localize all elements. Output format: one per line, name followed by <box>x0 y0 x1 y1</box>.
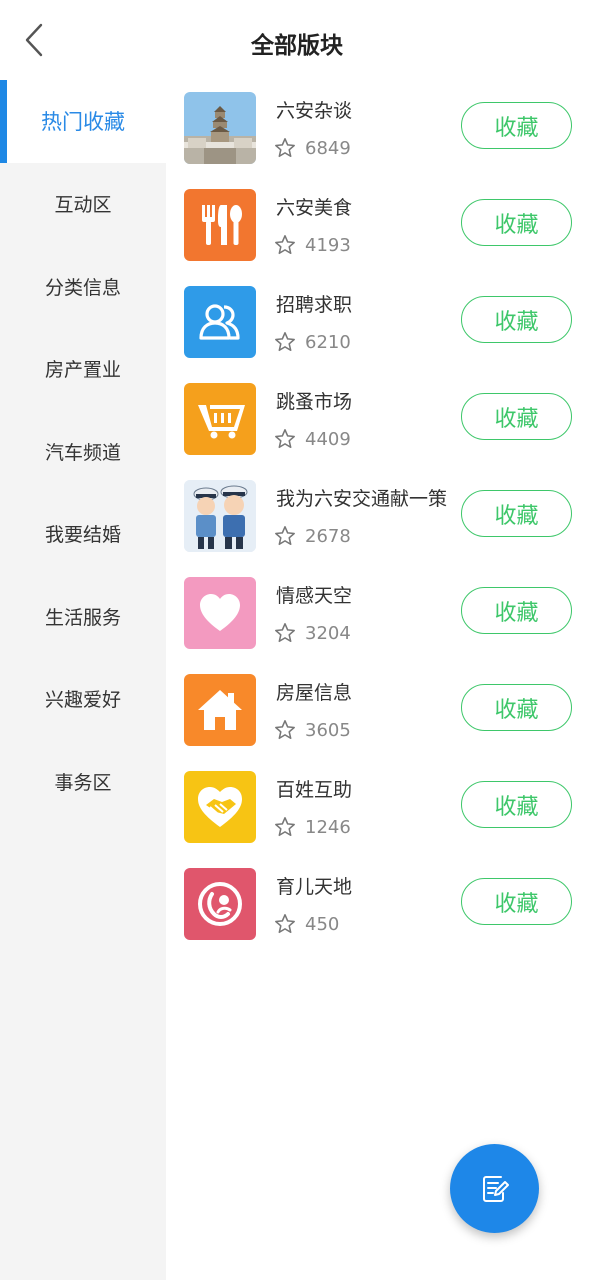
shopping-cart-icon <box>184 383 256 455</box>
favorite-count: 3605 <box>274 719 351 741</box>
list-item[interactable]: 六安杂谈 6849 收藏 <box>166 80 594 177</box>
favorite-count-value: 450 <box>305 913 340 935</box>
favorite-count: 4409 <box>274 428 351 450</box>
header: 全部版块 <box>0 0 594 80</box>
forum-name: 百姓互助 <box>276 779 353 801</box>
favorite-count-value: 4409 <box>305 428 351 450</box>
favorite-button[interactable]: 收藏 <box>461 199 572 246</box>
favorite-button[interactable]: 收藏 <box>461 490 572 537</box>
favorite-count: 6210 <box>274 331 351 353</box>
favorite-count-value: 3605 <box>305 719 351 741</box>
sidebar-item-hot-favorites[interactable]: 热门收藏 <box>0 80 166 163</box>
star-outline-icon <box>275 235 295 255</box>
favorite-count: 4193 <box>274 234 351 256</box>
list-item[interactable]: 房屋信息 3605 收藏 <box>166 662 594 759</box>
star-outline-icon <box>275 332 295 352</box>
list-item[interactable]: 我为六安交通献一策 2678 收藏 <box>166 468 594 565</box>
sidebar-item-life-services[interactable]: 生活服务 <box>0 575 166 658</box>
fork-knife-spoon-icon <box>184 189 256 261</box>
police-cartoon <box>184 480 256 552</box>
edit-note-icon <box>482 1175 509 1202</box>
star-outline-icon <box>275 429 295 449</box>
sidebar-item-label: 热门收藏 <box>41 110 125 135</box>
people-icon <box>184 286 256 358</box>
sidebar-item-label: 互动区 <box>54 194 112 217</box>
sidebar-item-wedding[interactable]: 我要结婚 <box>0 493 166 576</box>
sidebar-item-real-estate[interactable]: 房产置业 <box>0 328 166 411</box>
house-icon <box>184 674 256 746</box>
sidebar-item-interaction[interactable]: 互动区 <box>0 163 166 246</box>
forum-name: 跳蚤市场 <box>276 391 353 413</box>
forum-name: 我为六安交通献一策 <box>276 488 448 510</box>
pagoda-photo <box>184 92 256 164</box>
forum-name: 情感天空 <box>276 585 353 607</box>
favorite-count: 6849 <box>274 137 351 159</box>
forum-list: 六安杂谈 6849 收藏 六安美食 4193 收藏 招聘求职 6210 收藏 跳… <box>166 80 594 953</box>
favorite-button[interactable]: 收藏 <box>461 781 572 828</box>
list-item[interactable]: 情感天空 3204 收藏 <box>166 565 594 662</box>
favorite-button[interactable]: 收藏 <box>461 393 572 440</box>
star-outline-icon <box>275 720 295 740</box>
sidebar-item-affairs[interactable]: 事务区 <box>0 740 166 823</box>
sidebar-item-classifieds[interactable]: 分类信息 <box>0 245 166 328</box>
list-item[interactable]: 跳蚤市场 4409 收藏 <box>166 371 594 468</box>
active-indicator <box>0 80 7 163</box>
heart-icon <box>184 577 256 649</box>
favorite-count-value: 3204 <box>305 622 351 644</box>
favorite-count-value: 6849 <box>305 137 351 159</box>
favorite-button[interactable]: 收藏 <box>461 684 572 731</box>
favorite-count-value: 1246 <box>305 816 351 838</box>
forum-name: 六安杂谈 <box>276 100 353 122</box>
list-item[interactable]: 育儿天地 450 收藏 <box>166 856 594 953</box>
page-title: 全部版块 <box>251 33 343 59</box>
category-sidebar: 热门收藏 互动区 分类信息 房产置业 汽车频道 我要结婚 生活服务 兴趣爱好 事… <box>0 80 166 1280</box>
sidebar-item-label: 房产置业 <box>44 359 121 382</box>
favorite-count-value: 2678 <box>305 525 351 547</box>
favorite-button[interactable]: 收藏 <box>461 296 572 343</box>
forum-name: 房屋信息 <box>276 682 353 704</box>
star-outline-icon <box>275 623 295 643</box>
sidebar-item-label: 我要结婚 <box>44 524 121 547</box>
sidebar-item-label: 分类信息 <box>44 276 121 299</box>
favorite-count-value: 6210 <box>305 331 351 353</box>
heart-handshake-icon <box>184 771 256 843</box>
favorite-count-value: 4193 <box>305 234 351 256</box>
favorite-button[interactable]: 收藏 <box>461 102 572 149</box>
favorite-button[interactable]: 收藏 <box>461 587 572 634</box>
sidebar-item-cars[interactable]: 汽车频道 <box>0 410 166 493</box>
sidebar-item-label: 兴趣爱好 <box>44 689 121 712</box>
compose-post-button[interactable] <box>450 1144 539 1233</box>
sidebar-item-hobbies[interactable]: 兴趣爱好 <box>0 658 166 741</box>
star-outline-icon <box>275 817 295 837</box>
mother-child-icon <box>184 868 256 940</box>
favorite-count: 450 <box>274 913 339 935</box>
list-item[interactable]: 百姓互助 1246 收藏 <box>166 759 594 856</box>
favorite-count: 3204 <box>274 622 351 644</box>
star-outline-icon <box>275 914 295 934</box>
list-item[interactable]: 招聘求职 6210 收藏 <box>166 274 594 371</box>
forum-name: 六安美食 <box>276 197 353 219</box>
forum-name: 招聘求职 <box>276 294 353 316</box>
favorite-count: 2678 <box>274 525 351 547</box>
favorite-button[interactable]: 收藏 <box>461 878 572 925</box>
list-item[interactable]: 六安美食 4193 收藏 <box>166 177 594 274</box>
star-outline-icon <box>275 138 295 158</box>
forum-name: 育儿天地 <box>276 876 353 898</box>
sidebar-item-label: 汽车频道 <box>44 441 121 464</box>
star-outline-icon <box>275 526 295 546</box>
sidebar-item-label: 事务区 <box>54 771 112 794</box>
sidebar-item-label: 生活服务 <box>44 606 121 629</box>
favorite-count: 1246 <box>274 816 351 838</box>
